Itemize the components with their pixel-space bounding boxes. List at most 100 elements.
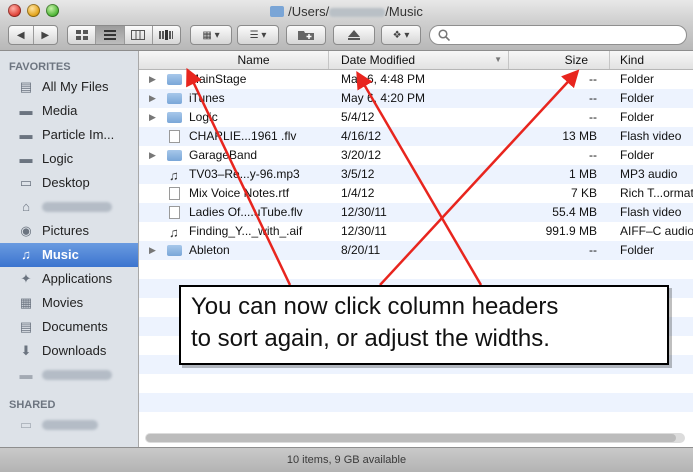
sidebar-item-shared-computer[interactable]: ▭	[0, 413, 138, 437]
action-list-icon: ☰ ▾	[249, 29, 267, 41]
sidebar-item-movies[interactable]: ▦ Movies	[0, 291, 138, 315]
folder-icon	[167, 93, 182, 104]
callout-line-1: You can now click column headers	[191, 293, 559, 320]
sidebar-item-downloads[interactable]: ⬇ Downloads	[0, 339, 138, 363]
file-rows: ▶ MainStage May 6, 4:48 PM -- Folder ▶ iTunes…	[139, 70, 693, 431]
sidebar-item-media[interactable]: ▬ Media	[0, 99, 138, 123]
disclosure-triangle-icon[interactable]: ▶	[149, 241, 156, 260]
column-view-button[interactable]	[125, 26, 153, 44]
redacted-username	[329, 8, 386, 18]
table-row[interactable]: ▶ Logic 5/4/12 -- Folder	[139, 108, 693, 127]
cover-flow-icon	[159, 30, 174, 40]
desktop-icon: ▭	[19, 175, 33, 190]
column-header-size[interactable]: Size	[509, 51, 610, 69]
pictures-icon: ◉	[20, 223, 32, 238]
document-icon	[169, 130, 180, 143]
table-row[interactable]: ♫ Finding_Y..._with_.aif 12/30/11 991.9 MB A…	[139, 222, 693, 241]
horizontal-scrollbar[interactable]	[145, 433, 685, 443]
sidebar-item-music[interactable]: ♫ Music	[0, 243, 138, 267]
icon-view-button[interactable]	[68, 26, 97, 44]
eject-icon	[348, 30, 360, 40]
sidebar-item-documents[interactable]: ▤ Documents	[0, 315, 138, 339]
path-suffix: /Music	[385, 4, 423, 19]
callout-line-2: to sort again, or adjust the widths.	[191, 325, 550, 352]
back-button[interactable]: ◀	[9, 26, 34, 44]
shared-heading: SHARED	[9, 399, 56, 411]
movies-icon: ▦	[19, 295, 33, 310]
sidebar-item-label: All My Files	[42, 79, 109, 94]
folder-icon: ▬	[19, 151, 33, 166]
search-input[interactable]	[454, 27, 678, 43]
action-menu-button[interactable]: ☰ ▾	[237, 25, 279, 45]
table-row[interactable]: ♫ TV03–Re...y-96.mp3 3/5/12 1 MB MP3 audio	[139, 165, 693, 184]
column-header-kind[interactable]: Kind	[610, 51, 693, 69]
table-row[interactable]: ▶ MainStage May 6, 4:48 PM -- Folder	[139, 70, 693, 89]
column-view-icon	[131, 30, 146, 40]
disclosure-triangle-icon[interactable]: ▶	[149, 146, 156, 165]
new-folder-button[interactable]	[286, 25, 326, 45]
sidebar-item-particle-images[interactable]: ▬ Particle Im...	[0, 123, 138, 147]
sidebar-item-label: Applications	[42, 271, 113, 286]
table-row[interactable]: Ladies Of....uTube.flv 12/30/11 55.4 MB Fla…	[139, 203, 693, 222]
empty-row	[139, 393, 693, 412]
sidebar-item-dropbox[interactable]: ▬	[0, 363, 138, 387]
table-row[interactable]: ▶ GarageBand 3/20/12 -- Folder	[139, 146, 693, 165]
eject-button[interactable]	[333, 25, 375, 45]
title-bar: /Users/ /Music	[0, 0, 693, 22]
sidebar-item-label: Particle Im...	[42, 127, 115, 142]
table-row[interactable]: Mix Voice Notes.rtf 1/4/12 7 KB Rich T...or…	[139, 184, 693, 203]
list-view-button[interactable]	[96, 26, 125, 44]
scrollbar-thumb[interactable]	[146, 434, 676, 442]
sidebar-item-home[interactable]: ⌂	[0, 195, 138, 219]
file-list-view: Name Date Modified ▼ Size Kind ▶ MainStage…	[139, 51, 693, 447]
search-field[interactable]	[429, 25, 687, 45]
new-folder-icon	[298, 31, 314, 40]
column-header-name[interactable]: Name	[139, 51, 329, 69]
music-file-icon: ♫	[169, 225, 179, 240]
dropbox-menu-button[interactable]: ❖ ▾	[381, 25, 421, 45]
disclosure-triangle-icon[interactable]: ▶	[149, 70, 156, 89]
folder-icon	[167, 74, 182, 85]
sidebar-item-label: Desktop	[42, 175, 90, 190]
computer-icon: ▭	[19, 417, 33, 432]
favorites-heading: FAVORITES	[9, 61, 71, 73]
search-icon	[438, 29, 450, 41]
column-header-date-modified[interactable]: Date Modified ▼	[329, 51, 509, 69]
dropbox-icon: ❖ ▾	[392, 29, 410, 41]
document-icon	[169, 206, 180, 219]
view-mode-control	[67, 25, 181, 45]
folder-icon: ▬	[19, 127, 33, 142]
empty-row	[139, 374, 693, 393]
sidebar-item-pictures[interactable]: ◉ Pictures	[0, 219, 138, 243]
icon-view-icon	[75, 30, 88, 40]
sidebar-item-label: Movies	[42, 295, 84, 310]
forward-arrow-icon: ▶	[41, 29, 50, 41]
sidebar-item-label: Music	[42, 247, 79, 262]
arrange-menu-button[interactable]: ▦ ▾	[190, 25, 232, 45]
sidebar-item-applications[interactable]: ✦ Applications	[0, 267, 138, 291]
home-icon: ⌂	[22, 199, 30, 214]
column-header-bar: Name Date Modified ▼ Size Kind	[139, 51, 693, 70]
applications-icon: ✦	[20, 271, 32, 286]
list-view-icon	[103, 30, 116, 40]
document-icon	[169, 187, 180, 200]
disclosure-triangle-icon[interactable]: ▶	[149, 108, 156, 127]
folder-icon	[270, 6, 285, 17]
tutorial-callout: You can now click column headers to sort…	[179, 285, 669, 365]
table-row[interactable]: ▶ iTunes May 6, 4:20 PM -- Folder	[139, 89, 693, 108]
sidebar-item-label: Pictures	[42, 223, 89, 238]
redacted-dropbox-label	[42, 370, 112, 380]
folder-icon: ▬	[19, 103, 33, 118]
sidebar-item-all-my-files[interactable]: ▤ All My Files	[0, 75, 138, 99]
forward-button[interactable]: ▶	[34, 26, 58, 44]
sidebar-item-desktop[interactable]: ▭ Desktop	[0, 171, 138, 195]
sidebar-item-logic[interactable]: ▬ Logic	[0, 147, 138, 171]
disclosure-triangle-icon[interactable]: ▶	[149, 89, 156, 108]
table-row[interactable]: CHARLIE...1961 .flv 4/16/12 13 MB Flash vid…	[139, 127, 693, 146]
table-row[interactable]: ▶ Ableton 8/20/11 -- Folder	[139, 241, 693, 260]
status-bar: 10 items, 9 GB available	[0, 447, 693, 472]
downloads-icon: ⬇	[20, 343, 32, 358]
cover-flow-button[interactable]	[153, 26, 180, 44]
sidebar-item-label: Downloads	[42, 343, 107, 358]
arrange-icon: ▦ ▾	[202, 29, 220, 41]
